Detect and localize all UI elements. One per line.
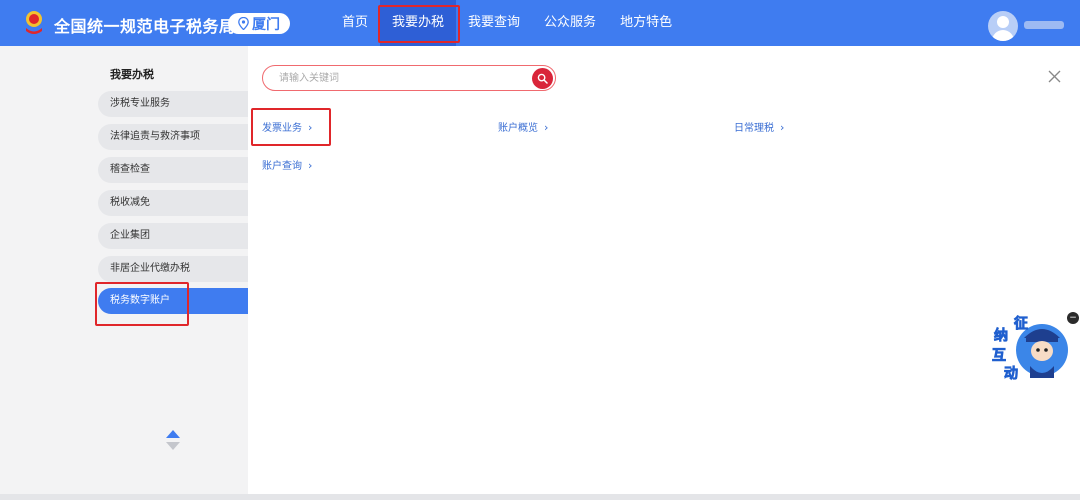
link-label: 日常理税: [734, 123, 774, 134]
nav-query[interactable]: 我要查询: [456, 0, 532, 46]
sidebar-item-tax-reduction[interactable]: 税收减免: [98, 190, 248, 216]
search-input[interactable]: [277, 71, 521, 85]
widget-close-icon[interactable]: −: [1067, 312, 1079, 324]
chevron-right-icon: ›: [308, 159, 313, 172]
link-account-overview[interactable]: 账户概览 ›: [498, 119, 548, 134]
nav-local-features[interactable]: 地方特色: [608, 0, 684, 46]
search-button[interactable]: [532, 68, 553, 89]
widget-char-dong: 动: [1004, 365, 1018, 382]
link-invoice-business[interactable]: 发票业务 ›: [262, 119, 312, 134]
widget-char-zheng: 征: [1014, 315, 1028, 332]
sidebar-item-enterprise-group[interactable]: 企业集团: [98, 223, 248, 249]
chevron-right-icon: ›: [780, 121, 785, 134]
content-area: 发票业务 › 账户概览 › 日常理税 › 账户查询 ›: [248, 46, 1080, 494]
dropdown-panel: 我要办税 涉税专业服务 法律追责与救济事项 稽查检查 税收减免 企业集团 非居企…: [0, 46, 1080, 494]
link-account-query[interactable]: 账户查询 ›: [262, 157, 312, 172]
sidebar-title: 我要办税: [110, 68, 154, 81]
city-selector[interactable]: 厦门: [228, 13, 290, 34]
widget-char-hu: 互: [992, 348, 1006, 364]
search-box: [262, 65, 556, 91]
chevron-right-icon: ›: [544, 121, 549, 134]
sidebar-item-legal-remedy[interactable]: 法律追责与救济事项: [98, 124, 248, 150]
link-label: 发票业务: [262, 123, 302, 134]
nav-public-service[interactable]: 公众服务: [532, 0, 608, 46]
sidebar-item-professional-services[interactable]: 涉税专业服务: [98, 91, 248, 117]
user-avatar[interactable]: [988, 11, 1018, 41]
sidebar-item-inspection[interactable]: 稽查检查: [98, 157, 248, 183]
top-navigation-bar: 全国统一规范电子税务局 厦门 首页 我要办税 我要查询 公众服务 地方特色: [0, 0, 1080, 46]
link-label: 账户查询: [262, 161, 302, 172]
bottom-edge: [0, 494, 1080, 500]
site-title: 全国统一规范电子税务局: [54, 17, 236, 36]
widget-char-na: 纳: [994, 327, 1008, 344]
interaction-assistant-widget[interactable]: 征 纳 互 动: [984, 308, 1074, 388]
scroll-arrows-icon[interactable]: [165, 429, 181, 451]
nav-handle-tax[interactable]: 我要办税: [378, 0, 461, 46]
username-placeholder[interactable]: [1024, 21, 1064, 29]
avatar-head: [997, 16, 1009, 28]
city-name: 厦门: [252, 16, 280, 33]
main-nav: 首页 我要办税 我要查询 公众服务 地方特色: [330, 0, 684, 46]
avatar-body: [992, 30, 1014, 41]
sidebar-item-digital-account[interactable]: 税务数字账户: [98, 288, 248, 314]
tax-emblem-icon: [26, 11, 42, 34]
nav-home[interactable]: 首页: [330, 0, 380, 46]
close-icon[interactable]: [1048, 70, 1061, 83]
link-label: 账户概览: [498, 123, 538, 134]
location-pin-icon: [238, 17, 249, 30]
search-icon: [537, 73, 548, 84]
link-daily-tax[interactable]: 日常理税 ›: [734, 119, 784, 134]
sidebar: 我要办税 涉税专业服务 法律追责与救济事项 稽查检查 税收减免 企业集团 非居企…: [0, 46, 248, 494]
sidebar-item-nonresident-tax[interactable]: 非居企业代缴办税: [98, 256, 248, 282]
chevron-right-icon: ›: [308, 121, 313, 134]
